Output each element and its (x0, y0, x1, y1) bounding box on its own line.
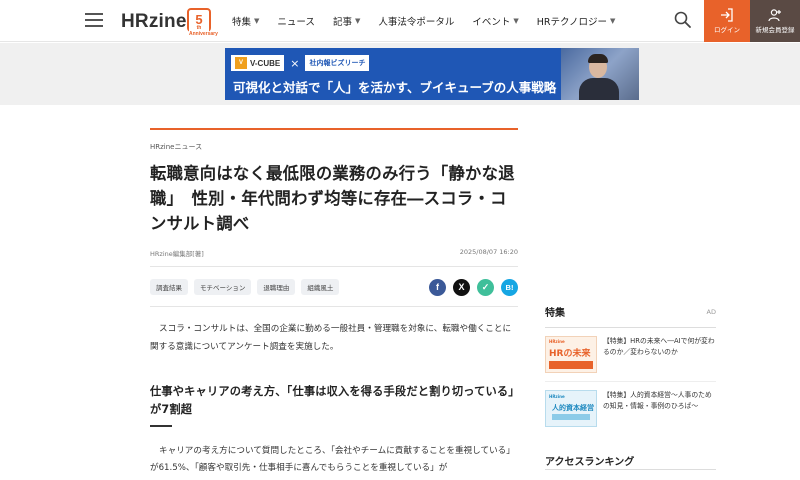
nav-label: ニュース (277, 17, 315, 28)
nav-label: 人事法令ポータル (378, 17, 455, 28)
vcube-mark-icon: V (235, 57, 247, 69)
login-button[interactable]: ログイン (704, 0, 750, 42)
nav-item-feature[interactable]: 特集 ▼ (232, 14, 259, 28)
access-ranking-title: アクセスランキング (545, 457, 635, 468)
site-header: HRzine 5 th Anniversary 特集 ▼ ニュース 記事 ▼ 人… (0, 0, 800, 42)
publish-date: 2025/08/07 16:20 (459, 248, 518, 256)
nav-label: HRテクノロジー (536, 17, 607, 28)
thumbnail-brand: HRzine (549, 394, 565, 399)
login-icon (721, 8, 733, 22)
article-body: キャリアの考え方について質問したところ、「会社やチームに貢献することを重視してい… (150, 446, 515, 473)
login-label: ログイン (714, 26, 740, 34)
section-heading: 仕事やキャリアの考え方、「仕事は収入を得る手段だと割り切っている」が7割超 (150, 385, 515, 416)
nav-item-hr-technology[interactable]: HRテクノロジー ▼ (537, 14, 616, 28)
site-logo[interactable]: HRzine (121, 11, 187, 33)
thumbnail-title: HRの未来 (549, 349, 591, 359)
search-icon (674, 11, 691, 28)
hatena-bookmark-icon[interactable]: B! (501, 278, 518, 296)
nav-item-news[interactable]: ニュース (277, 14, 315, 28)
human-capital-thumbnail: HRzine 人的資本経営 (545, 390, 597, 427)
thumbnail-title: 人的資本経営 (552, 404, 594, 412)
tag-resignation-reasons[interactable]: 退職理由 (257, 279, 296, 295)
article-accent-line (150, 128, 518, 130)
register-button[interactable]: 新規会員登録 (750, 0, 800, 42)
nav-label: 特集 (232, 17, 252, 28)
banner-cross: × (290, 56, 300, 70)
banner-person-photo (561, 48, 639, 100)
hr-future-thumbnail: HRzine HRの未来 (545, 336, 597, 373)
nav-label: 記事 (332, 17, 352, 28)
sidebar: 特集 AD HRzine HRの未来 【特集】HRの未来へ―AIで何が変わるのか… (545, 304, 716, 427)
vcube-logo: V V-CUBE (231, 55, 285, 71)
tag-motivation[interactable]: モチベーション (194, 279, 252, 295)
facebook-icon[interactable]: f (429, 278, 446, 296)
partner-label: 社内報ビズリーチ (309, 59, 366, 67)
article-title: 転職意向はなく最低限の業務のみ行う「静かな退職」 性別・年代問わず均等に存在―ス… (150, 164, 515, 233)
feature-item-human-capital[interactable]: HRzine 人的資本経営 【特集】人的資本経営～人事のための知見・情報・事例の… (545, 390, 716, 427)
nav-label: イベント (472, 17, 511, 28)
add-user-icon (768, 9, 781, 22)
partner-logo: 社内報ビズリーチ (305, 55, 370, 71)
search-button[interactable] (673, 10, 693, 30)
nav-item-events[interactable]: イベント ▼ (472, 14, 518, 28)
divider (545, 327, 716, 328)
article-meta: HRzine編集部[著] 2025/08/07 16:20 (150, 248, 518, 258)
share-buttons: f X ✓ B! (429, 278, 518, 296)
ad-banner[interactable]: V V-CUBE × 社内報ビズリーチ 可視化と対話で「人」を活かす、ブイキュー… (225, 48, 639, 100)
divider (545, 469, 716, 470)
thumbnail-bar (552, 414, 590, 420)
chevron-down-icon: ▼ (254, 17, 260, 25)
vcube-label: V-CUBE (250, 58, 281, 68)
thumbnail-brand: HRzine (549, 339, 565, 344)
nav-item-hr-law-portal[interactable]: 人事法令ポータル (378, 14, 454, 28)
feature-title: 特集 (545, 308, 565, 319)
register-label: 新規会員登録 (755, 26, 795, 34)
main-nav: 特集 ▼ ニュース 記事 ▼ 人事法令ポータル イベント ▼ HRテクノロジー … (232, 14, 633, 28)
tags-and-share: 調査結果 モチベーション 退職理由 組織風土 f X ✓ B! (150, 277, 518, 297)
divider (545, 381, 716, 382)
article-category-link[interactable]: HRzineニュース (150, 142, 202, 152)
chevron-down-icon: ▼ (354, 17, 361, 25)
feature-header: 特集 AD (545, 304, 716, 320)
divider (150, 306, 518, 307)
hamburger-menu-icon[interactable] (85, 13, 103, 27)
banner-logos: V V-CUBE × 社内報ビズリーチ (231, 54, 370, 72)
author-link[interactable]: HRzine編集部[著] (150, 248, 204, 258)
line-icon[interactable]: ✓ (477, 278, 494, 296)
chevron-down-icon: ▼ (609, 17, 616, 25)
chevron-down-icon: ▼ (513, 17, 519, 25)
feature-item-text: 【特集】人的資本経営～人事のための知見・情報・事例のひろば～ (603, 391, 712, 410)
feature-item-text: 【特集】HRの未来へ―AIで何が変わるのか／変わらないのか (603, 337, 715, 356)
ad-label: AD (706, 307, 716, 316)
heading-underline (150, 425, 172, 427)
tag-survey-results[interactable]: 調査結果 (150, 279, 188, 295)
article-lead: スコラ・コンサルトは、全国の企業に勤める一般社員・管理職を対象に、転職や働くこと… (150, 324, 512, 352)
tag-organizational-culture[interactable]: 組織風土 (301, 279, 340, 295)
thumbnail-bar (549, 361, 593, 369)
banner-headline: 可視化と対話で「人」を活かす、ブイキューブの人事戦略 (233, 80, 557, 95)
anniversary-sub: th Anniversary (189, 25, 218, 37)
divider (150, 266, 518, 267)
article: HRzineニュース 転職意向はなく最低限の業務のみ行う「静かな退職」 性別・年… (150, 128, 518, 477)
tag-list: 調査結果 モチベーション 退職理由 組織風土 (150, 279, 340, 295)
nav-item-articles[interactable]: 記事 ▼ (333, 14, 360, 28)
x-icon[interactable]: X (453, 278, 470, 296)
anniversary-badge: 5 th Anniversary (187, 8, 218, 37)
feature-item-hr-future[interactable]: HRzine HRの未来 【特集】HRの未来へ―AIで何が変わるのか／変わらない… (545, 336, 716, 373)
